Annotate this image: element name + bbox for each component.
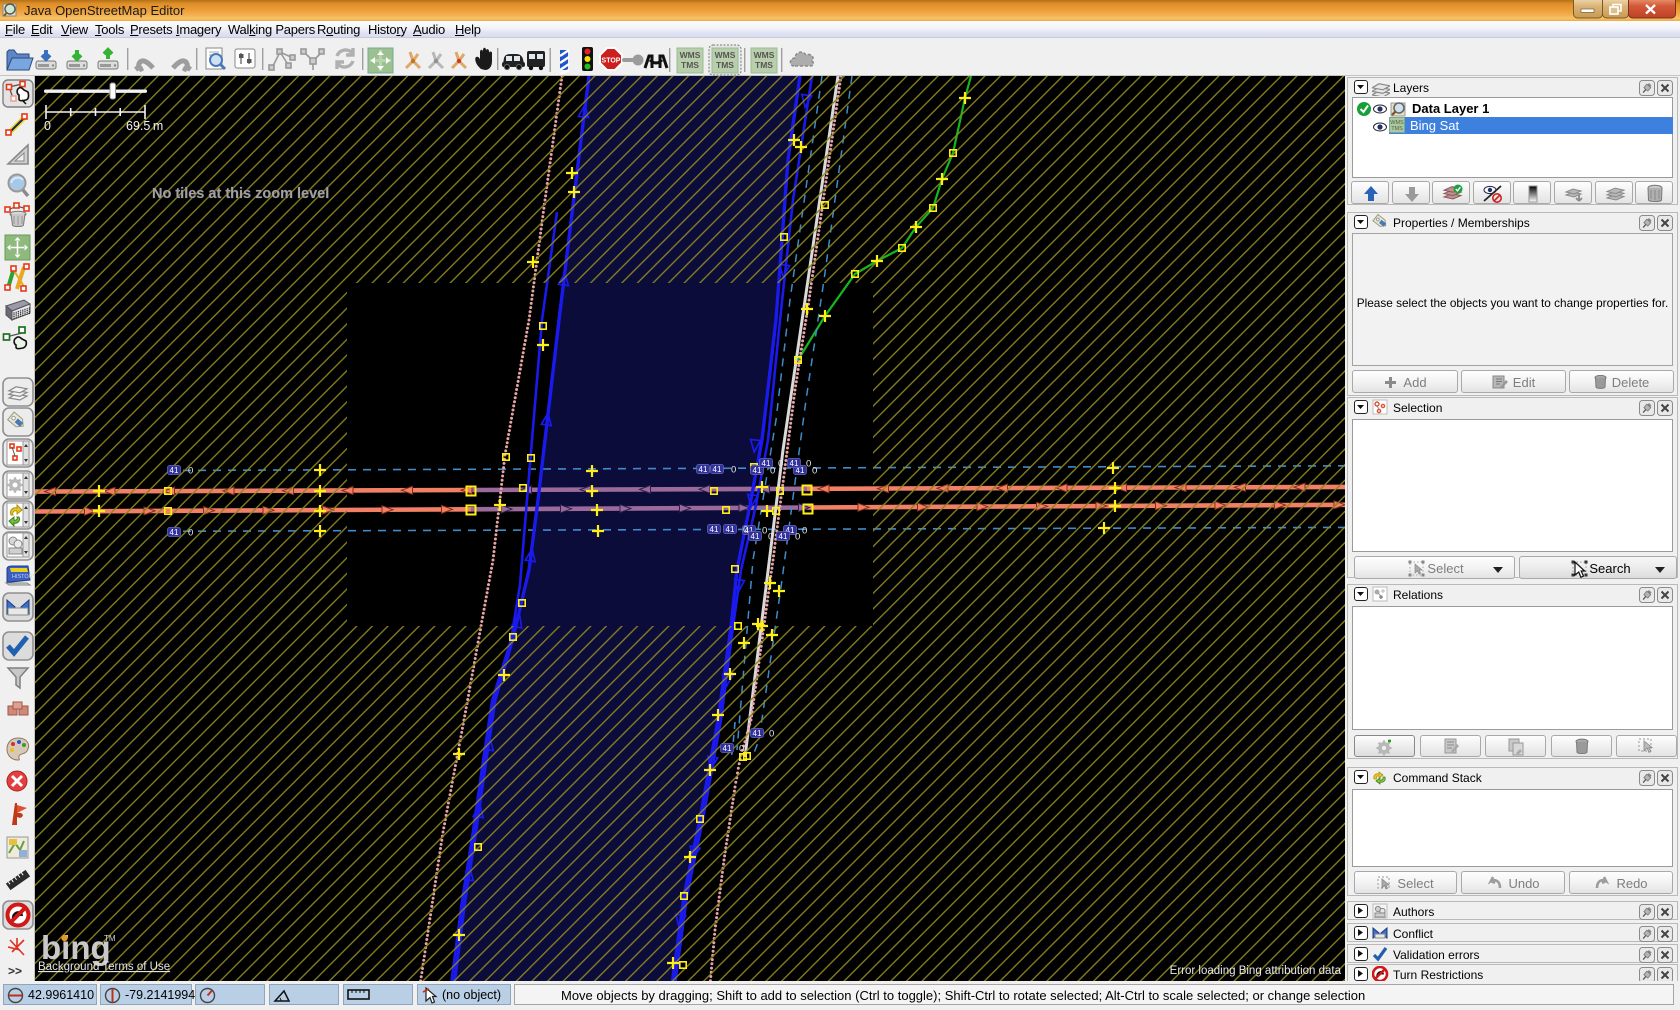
svg-text:41: 41: [753, 729, 762, 738]
svg-text:WMS: WMS: [680, 50, 701, 60]
svg-text:41: 41: [779, 532, 788, 541]
svg-text:0: 0: [802, 526, 807, 537]
svg-text:0: 0: [769, 729, 774, 740]
svg-text:TM: TM: [104, 934, 116, 943]
svg-text:0: 0: [770, 466, 775, 477]
svg-text:0: 0: [778, 459, 783, 470]
svg-text:69.5 m: 69.5 m: [126, 119, 163, 133]
svg-text:41: 41: [723, 744, 732, 753]
svg-text:>>: >>: [8, 964, 22, 978]
svg-text:TMS: TMS: [681, 60, 699, 70]
svg-text:0: 0: [739, 744, 744, 755]
svg-text:0: 0: [188, 528, 193, 539]
svg-text:41: 41: [699, 465, 708, 474]
svg-text:41: 41: [713, 465, 722, 474]
svg-text:Error loading Bing attribution: Error loading Bing attribution data: [1170, 965, 1342, 977]
svg-text:STOP: STOP: [602, 58, 621, 65]
svg-text:41: 41: [751, 532, 760, 541]
svg-text:No tiles at this zoom level: No tiles at this zoom level: [152, 186, 329, 202]
svg-text:WMS: WMS: [715, 50, 736, 60]
svg-text:0: 0: [731, 465, 736, 476]
svg-text:0: 0: [795, 532, 800, 543]
svg-text:0: 0: [44, 119, 51, 133]
svg-text:WMS: WMS: [754, 50, 775, 60]
svg-text:TMS: TMS: [755, 60, 773, 70]
svg-text:41: 41: [170, 528, 179, 537]
svg-text:HISTORY: HISTORY: [12, 574, 35, 580]
svg-text:0: 0: [768, 532, 773, 543]
svg-text:0: 0: [812, 466, 817, 477]
svg-text:0: 0: [188, 466, 193, 477]
svg-text:TMS: TMS: [716, 60, 734, 70]
svg-text:0: 0: [743, 525, 748, 536]
svg-text:41: 41: [170, 466, 179, 475]
svg-text:Background Terms of Use: Background Terms of Use: [38, 961, 170, 973]
svg-text:41: 41: [726, 525, 735, 534]
svg-text:0: 0: [806, 459, 811, 470]
svg-text:0: 0: [762, 526, 767, 537]
svg-text:41: 41: [790, 459, 799, 468]
svg-text:41: 41: [710, 525, 719, 534]
svg-text:TMS: TMS: [1391, 126, 1403, 132]
